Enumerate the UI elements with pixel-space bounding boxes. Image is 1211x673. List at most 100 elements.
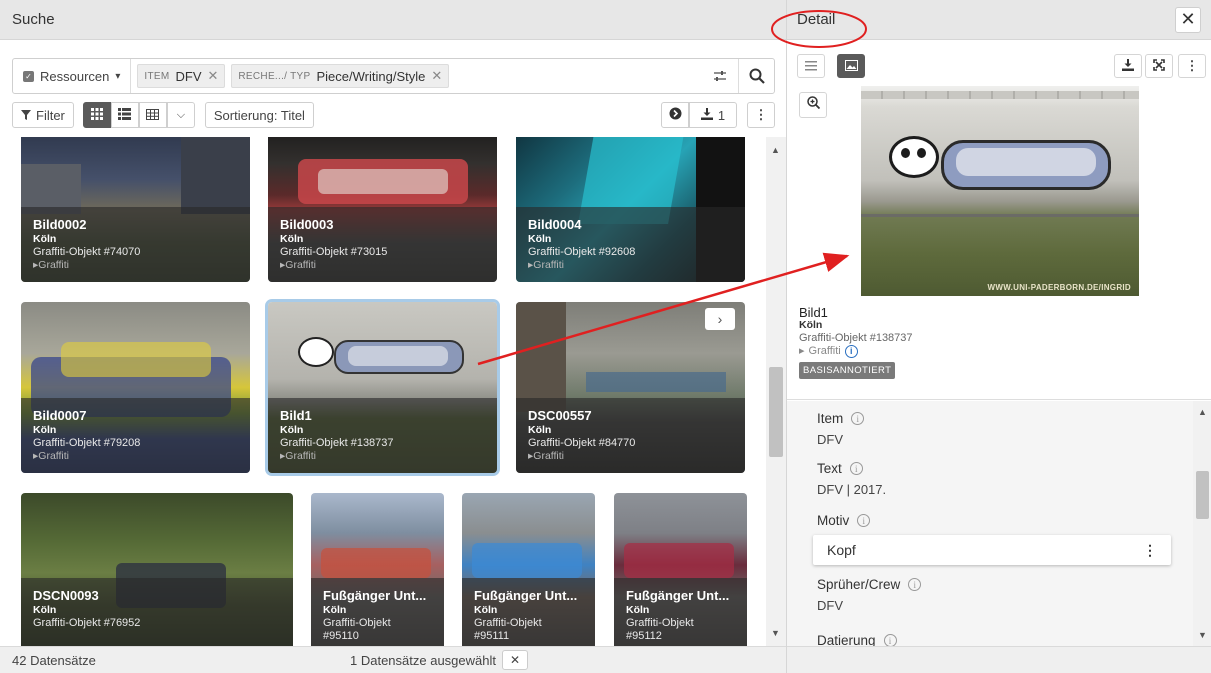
fullscreen-button[interactable]	[1145, 54, 1173, 78]
list-lines-icon	[805, 59, 817, 74]
scrollbar-thumb[interactable]	[1196, 471, 1209, 519]
scrollbar-thumb[interactable]	[769, 367, 783, 457]
chip-remove-icon[interactable]: ✕	[431, 68, 442, 84]
result-title: Bild0003	[280, 217, 334, 232]
result-category: ▸Graffiti	[280, 450, 317, 462]
result-caption: Bild0003 Köln Graffiti-Objekt #73015 ▸Gr…	[268, 207, 497, 282]
result-title: DSCN0093	[33, 588, 99, 603]
scroll-up-icon[interactable]: ▲	[771, 145, 780, 155]
search-panel: Suche ✓ Ressourcen ▾ ITEM DFV ✕ RECHE...…	[0, 0, 786, 673]
search-panel-header: Suche	[0, 0, 786, 40]
result-caption: Bild0004 Köln Graffiti-Objekt #92608 ▸Gr…	[516, 207, 745, 282]
image-watermark: WWW.UNI-PADERBORN.DE/INGRID	[987, 283, 1131, 292]
list-view-button[interactable]	[110, 102, 139, 128]
navigate-button[interactable]	[661, 102, 689, 128]
result-object: Graffiti-Objekt #138737	[280, 437, 394, 449]
status-bar: 42 Datensätze 1 Datensätze ausgewählt ✕	[0, 646, 786, 673]
info-icon[interactable]: i	[883, 634, 897, 646]
grid-view-button[interactable]	[82, 102, 111, 128]
settings-sliders-icon[interactable]	[702, 59, 738, 93]
scroll-up-icon[interactable]: ▲	[1198, 407, 1207, 417]
result-card[interactable]: Bild0007 Köln Graffiti-Objekt #79208 ▸Gr…	[21, 302, 250, 473]
kebab-menu-icon[interactable]: ⋮	[1143, 542, 1157, 559]
info-icon[interactable]: i	[857, 514, 871, 527]
field-label: Text	[817, 461, 842, 476]
search-icon[interactable]	[738, 59, 774, 93]
download-count: 1	[717, 107, 726, 123]
download-button[interactable]: 1	[689, 102, 737, 128]
field-label: Item	[817, 411, 844, 426]
caret-right-icon: ▸	[799, 345, 805, 357]
motiv-value-card[interactable]: Kopf ⋮	[813, 535, 1171, 565]
result-card[interactable]: Fußgänger Unt... Köln Graffiti-Objekt #9…	[462, 493, 595, 646]
search-bar[interactable]: ✓ Ressourcen ▾ ITEM DFV ✕ RECHE.../ TYP …	[12, 58, 775, 94]
result-card[interactable]: Fußgänger Unt... Köln Graffiti-Objekt #9…	[311, 493, 444, 646]
filter-chip-item[interactable]: ITEM DFV ✕	[137, 64, 226, 88]
result-card[interactable]: Bild0002 Köln Graffiti-Objekt #74070 ▸Gr…	[21, 137, 250, 282]
table-icon	[146, 108, 160, 123]
more-options-button[interactable]: ⋮	[747, 102, 775, 128]
info-icon[interactable]: i	[851, 412, 865, 425]
view-options-button[interactable]: ⌵	[166, 102, 195, 128]
image-view-button[interactable]	[837, 54, 865, 78]
detail-panel-title: Detail	[797, 11, 836, 28]
result-object: Graffiti-Objekt #92608	[528, 246, 636, 258]
result-title: Fußgänger Unt...	[323, 588, 427, 603]
grid-icon	[90, 107, 103, 123]
results-grid: Bild0002 Köln Graffiti-Objekt #74070 ▸Gr…	[0, 137, 786, 646]
field-text: Text i DFV | 2017.	[817, 461, 886, 497]
result-caption: DSC00557 Köln Graffiti-Objekt #84770 ▸Gr…	[516, 398, 745, 473]
detail-more-button[interactable]: ⋮	[1178, 54, 1206, 78]
detail-info: Bild1 Köln Graffiti-Objekt #138737 ▸ Gra…	[787, 296, 1211, 400]
result-category: ▸Graffiti	[280, 259, 317, 271]
download-image-button[interactable]	[1114, 54, 1142, 78]
result-city: Köln	[280, 424, 304, 436]
result-card[interactable]: Fußgänger Unt... Köln Graffiti-Objekt #9…	[614, 493, 747, 646]
results-toolbar: Filter ⌵ Sortierung: Titel 1 ⋮	[12, 102, 775, 128]
result-caption: Bild0007 Köln Graffiti-Objekt #79208 ▸Gr…	[21, 398, 250, 473]
field-value: DFV	[817, 598, 843, 613]
result-object-id: #95112	[626, 630, 662, 642]
scroll-down-icon[interactable]: ▼	[1198, 630, 1207, 640]
detail-fields: Item i DFV Text i DFV | 2017. Motiv i Kopf …	[787, 401, 1193, 646]
chip-value: Piece/Writing/Style	[316, 68, 426, 84]
table-view-button[interactable]	[138, 102, 167, 128]
result-object: Graffiti-Objekt #74070	[33, 246, 141, 258]
result-caption: Bild1 Köln Graffiti-Objekt #138737 ▸Graf…	[268, 398, 497, 473]
info-circle-icon[interactable]: i	[844, 345, 858, 358]
result-title: Bild1	[280, 408, 312, 423]
chip-remove-icon[interactable]: ✕	[208, 68, 219, 84]
arrow-circle-icon	[669, 107, 682, 123]
zoom-button[interactable]	[799, 92, 827, 118]
filter-button[interactable]: Filter	[12, 102, 74, 128]
search-panel-title: Suche	[12, 11, 55, 28]
detail-image[interactable]: WWW.UNI-PADERBORN.DE/INGRID	[861, 86, 1139, 296]
result-object-id: #95110	[323, 630, 359, 642]
clear-selection-button[interactable]: ✕	[501, 650, 528, 670]
filter-label: Filter	[36, 107, 65, 123]
resources-dropdown[interactable]: ✓ Ressourcen ▾	[13, 59, 132, 93]
result-card[interactable]: Bild0004 Köln Graffiti-Objekt #92608 ▸Gr…	[516, 137, 745, 282]
result-card[interactable]: › DSC00557 Köln Graffiti-Objekt #84770 ▸…	[516, 302, 745, 473]
next-image-button[interactable]: ›	[705, 308, 735, 330]
close-detail-button[interactable]: ✕	[1175, 6, 1201, 33]
field-label: Datierung	[817, 633, 876, 646]
result-title: Bild0007	[33, 408, 87, 423]
result-card-selected[interactable]: Bild1 Köln Graffiti-Objekt #138737 ▸Graf…	[265, 299, 500, 476]
filter-chip-type[interactable]: RECHE.../ TYP Piece/Writing/Style ✕	[231, 64, 450, 88]
fields-scrollbar[interactable]: ▲ ▼	[1193, 401, 1211, 646]
info-icon[interactable]: i	[849, 462, 863, 475]
result-city: Köln	[280, 233, 304, 245]
result-card[interactable]: Bild0003 Köln Graffiti-Objekt #73015 ▸Gr…	[268, 137, 497, 282]
results-scrollbar[interactable]: ▲ ▼	[766, 137, 786, 646]
fields-view-button[interactable]	[797, 54, 825, 78]
sort-button[interactable]: Sortierung: Titel	[204, 102, 314, 128]
status-badge: BASISANNOTIERT	[799, 362, 896, 379]
result-object: Graffiti-Objekt #76952	[33, 617, 141, 629]
result-object: Graffiti-Objekt #84770	[528, 437, 636, 449]
result-object: Graffiti-Objekt	[474, 617, 542, 629]
result-card[interactable]: DSCN0093 Köln Graffiti-Objekt #76952	[21, 493, 293, 646]
scroll-down-icon[interactable]: ▼	[771, 628, 780, 638]
info-icon[interactable]: i	[908, 578, 922, 591]
result-title: Fußgänger Unt...	[626, 588, 730, 603]
